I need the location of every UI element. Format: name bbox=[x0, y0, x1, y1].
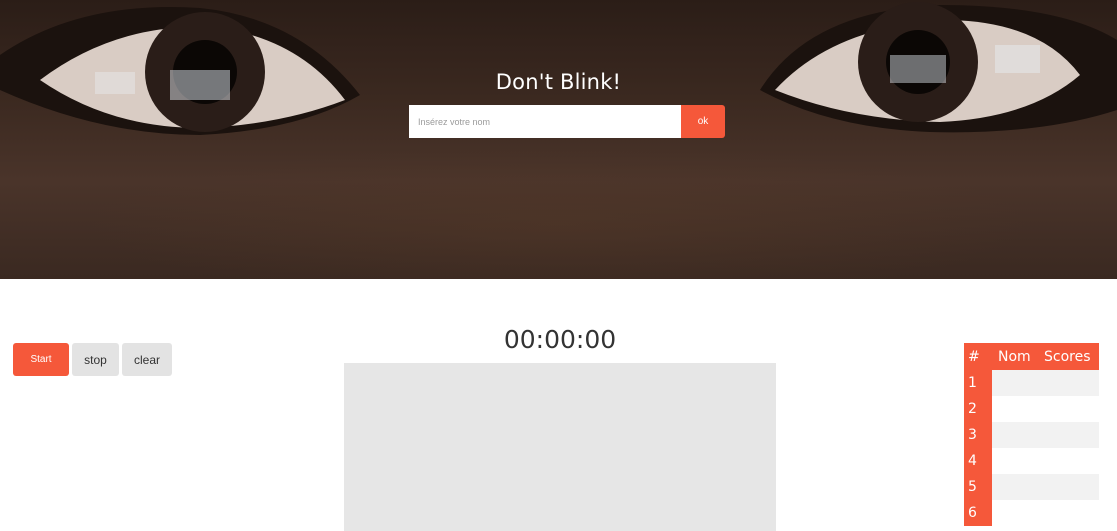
stop-button[interactable]: stop bbox=[72, 343, 119, 376]
row-score bbox=[1040, 396, 1099, 422]
header-name: Nom bbox=[992, 343, 1040, 370]
row-name bbox=[992, 422, 1040, 448]
row-score bbox=[1040, 448, 1099, 474]
start-button[interactable]: Start bbox=[13, 343, 69, 376]
row-rank: 5 bbox=[964, 474, 992, 500]
row-score bbox=[1040, 370, 1099, 396]
table-row: 1 bbox=[964, 370, 1099, 396]
timer-display: 00:00:00 bbox=[503, 325, 617, 354]
header-rank: # bbox=[964, 343, 992, 370]
table-row: 4 bbox=[964, 448, 1099, 474]
row-name bbox=[992, 500, 1040, 526]
name-input[interactable] bbox=[409, 105, 681, 138]
game-screen bbox=[344, 363, 776, 531]
row-rank: 4 bbox=[964, 448, 992, 474]
game-controls: Start stop clear bbox=[13, 343, 172, 376]
clear-button[interactable]: clear bbox=[122, 343, 172, 376]
row-score bbox=[1040, 474, 1099, 500]
row-name bbox=[992, 474, 1040, 500]
row-rank: 1 bbox=[964, 370, 992, 396]
name-form: ok bbox=[409, 105, 725, 138]
table-row: 6 bbox=[964, 500, 1099, 526]
table-row: 2 bbox=[964, 396, 1099, 422]
row-name bbox=[992, 370, 1040, 396]
row-rank: 6 bbox=[964, 500, 992, 526]
row-rank: 2 bbox=[964, 396, 992, 422]
row-name bbox=[992, 448, 1040, 474]
row-score bbox=[1040, 422, 1099, 448]
row-score bbox=[1040, 500, 1099, 526]
hero-banner: Don't Blink! ok bbox=[0, 0, 1117, 279]
ok-button[interactable]: ok bbox=[681, 105, 725, 138]
header-scores: Scores bbox=[1040, 343, 1099, 370]
table-row: 5 bbox=[964, 474, 1099, 500]
scoreboard-header-row: # Nom Scores bbox=[964, 343, 1099, 370]
page-title: Don't Blink! bbox=[495, 70, 622, 94]
row-name bbox=[992, 396, 1040, 422]
row-rank: 3 bbox=[964, 422, 992, 448]
scoreboard-table: # Nom Scores 1 2 3 4 5 6 bbox=[964, 343, 1099, 526]
table-row: 3 bbox=[964, 422, 1099, 448]
